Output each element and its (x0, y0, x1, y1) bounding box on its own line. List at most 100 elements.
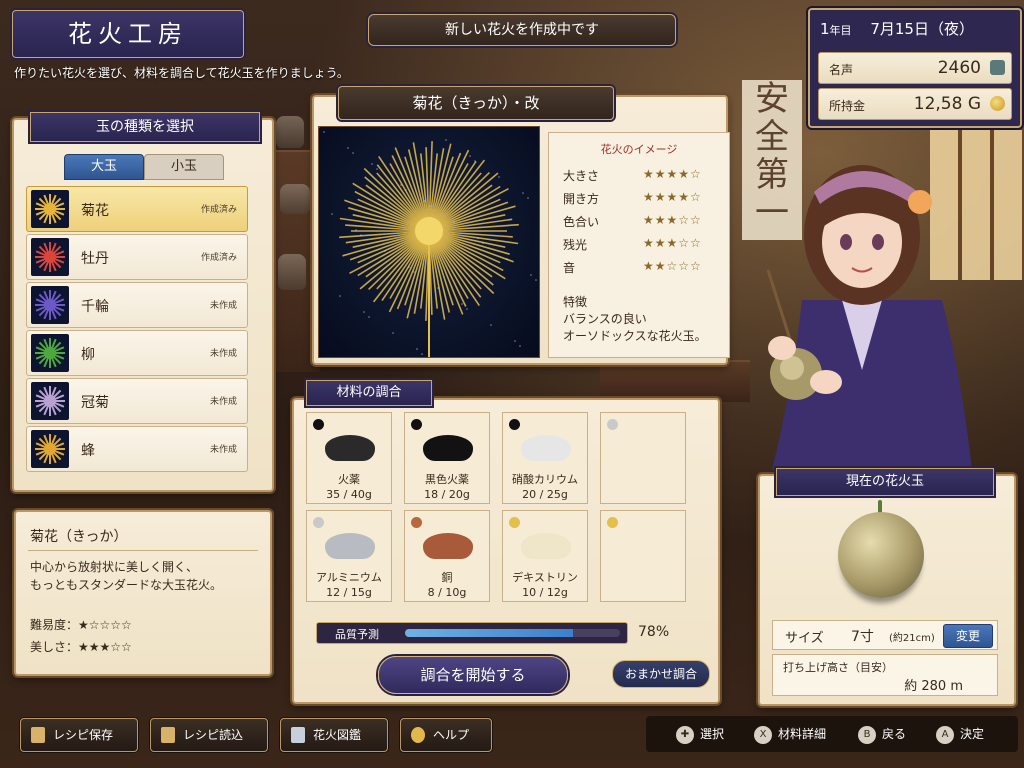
difficulty-rating: 難易度：★☆☆☆☆ (30, 616, 132, 633)
firework-image-box: 花火のイメージ 大きさ ★★★★☆ 開き方 ★★★★☆ 色合い ★★★☆☆ 残光 ★★★☆☆ 音… (548, 132, 730, 358)
type-item-status: 未作成 (209, 301, 237, 311)
type-item-name: 千輪 (81, 299, 109, 315)
material-type-dot-icon (509, 419, 520, 430)
tab-large-shell[interactable]: 大玉 (64, 154, 144, 180)
chrysanthemum-burst-image (319, 127, 537, 357)
material-quantity: 10 / 12g (522, 586, 568, 599)
help-button[interactable]: ヘルプ (400, 718, 492, 752)
fame-row: 名声 2460 (818, 52, 1012, 84)
firework-thumbnail-icon (31, 286, 69, 324)
attribute-stars: ★★★☆☆ (643, 213, 702, 227)
firework-thumbnail-icon (31, 238, 69, 276)
status-panel: 1年目 7月15日（夜） 名声 2460 所持金 12,58 G (808, 8, 1022, 128)
type-item[interactable]: 菊花 作成済み (26, 186, 248, 232)
type-item-status: 作成済み (200, 253, 237, 263)
material-name: 硝酸カリウム (512, 473, 578, 486)
material-pile-icon (423, 533, 473, 559)
start-mix-button[interactable]: 調合を開始する (378, 656, 568, 694)
attribute-label: 音 (563, 261, 576, 275)
save-recipe-button[interactable]: レシピ保存 (20, 718, 138, 752)
size-detail: (約21cm) (889, 633, 935, 644)
material-slot[interactable]: デキストリン 10 / 12g (502, 510, 588, 602)
firework-attribute-row: 開き方 ★★★★☆ (563, 190, 723, 207)
controller-hint-bar: ✚ 選択 X 材料詳細 B 戻る A 決定 (646, 716, 1018, 752)
date-display: 1年目 7月15日（夜） (820, 18, 1010, 39)
material-quantity: 35 / 40g (326, 488, 372, 501)
material-type-dot-icon (607, 517, 618, 528)
change-size-button[interactable]: 変更 (943, 624, 993, 648)
description-panel: 菊花（きっか） 中心から放射状に美しく開く、 もっともスタンダードな大玉花火。 … (14, 510, 272, 676)
launch-height-row: 打ち上げ高さ（目安） 約 280 m (772, 654, 998, 696)
load-recipe-button[interactable]: レシピ読込 (150, 718, 268, 752)
encyclopedia-button[interactable]: 花火図鑑 (280, 718, 388, 752)
type-select-title-text: 玉の種類を選択 (96, 119, 194, 135)
material-slot[interactable]: 硝酸カリウム 20 / 25g (502, 412, 588, 504)
type-item[interactable]: 柳 未作成 (26, 330, 248, 376)
attribute-stars: ★★☆☆☆ (643, 259, 702, 273)
description-divider (28, 550, 258, 551)
quality-forecast-bar: 品質予測 (316, 622, 628, 644)
fame-label: 名声 (829, 63, 854, 77)
firework-image-title: 花火のイメージ (600, 143, 678, 156)
type-item[interactable]: 牡丹 作成済み (26, 234, 248, 280)
background-jar (276, 116, 304, 148)
year-number: 1 (820, 20, 830, 38)
current-shell-title-text: 現在の花火玉 (845, 474, 924, 489)
empty-material-slot[interactable] (600, 412, 686, 504)
empty-material-slot[interactable] (600, 510, 686, 602)
hint-confirm: A 決定 (936, 724, 984, 744)
background-jar (280, 184, 310, 214)
hint-material-detail-label: 材料詳細 (778, 727, 827, 741)
money-row: 所持金 12,58 G (818, 88, 1012, 120)
size-value: 7寸 (851, 629, 874, 645)
material-quantity: 20 / 25g (522, 488, 568, 501)
difficulty-label: 難易度： (30, 618, 79, 632)
book-icon (291, 727, 305, 743)
type-item[interactable]: 千輪 未作成 (26, 282, 248, 328)
material-name: デキストリン (512, 571, 578, 584)
launch-height-label: 打ち上げ高さ（目安） (783, 661, 893, 674)
material-pile-icon (521, 435, 571, 461)
tab-small-shell[interactable]: 小玉 (144, 154, 224, 180)
hint-back-label: 戻る (882, 727, 907, 741)
attribute-stars: ★★★☆☆ (643, 236, 702, 250)
firework-preview (318, 126, 540, 358)
trophy-icon (990, 60, 1005, 75)
date-text: 7月15日（夜） (870, 20, 974, 38)
a-button-icon: A (936, 725, 954, 744)
material-type-dot-icon (411, 419, 422, 430)
material-slot[interactable]: 黒色火薬 18 / 20g (404, 412, 490, 504)
money-label: 所持金 (829, 99, 866, 113)
material-slot[interactable]: 銅 8 / 10g (404, 510, 490, 602)
material-slot[interactable]: 火薬 35 / 40g (306, 412, 392, 504)
status-banner-text: 新しい花火を作成中です (445, 22, 599, 38)
material-quantity: 8 / 10g (427, 586, 467, 599)
current-shell-title: 現在の花火玉 (776, 468, 994, 496)
type-item[interactable]: 冠菊 未作成 (26, 378, 248, 424)
auto-mix-button[interactable]: おまかせ調合 (612, 660, 710, 688)
type-item-name: 牡丹 (81, 251, 109, 267)
hint-back: B 戻る (858, 724, 906, 744)
material-name: アルミニウム (316, 571, 382, 584)
firework-attribute-row: 音 ★★☆☆☆ (563, 259, 723, 276)
beauty-stars: ★★★☆☆ (78, 640, 132, 654)
type-item-name: 冠菊 (81, 395, 109, 411)
material-name: 黒色火薬 (425, 473, 469, 486)
firework-thumbnail-icon (31, 430, 69, 468)
mix-title: 材料の調合 (306, 380, 432, 406)
attribute-label: 残光 (563, 238, 588, 252)
material-type-dot-icon (509, 517, 520, 528)
b-button-icon: B (858, 725, 876, 744)
material-type-dot-icon (313, 419, 324, 430)
craftswoman-character (766, 165, 972, 470)
launch-height-value: 約 280 m (904, 679, 963, 694)
firework-thumbnail-icon (31, 334, 69, 372)
type-item[interactable]: 蜂 未作成 (26, 426, 248, 472)
firework-attribute-row: 大きさ ★★★★☆ (563, 167, 723, 184)
material-slot[interactable]: アルミニウム 12 / 15g (306, 510, 392, 602)
save-icon (31, 727, 45, 743)
type-item-status: 作成済み (200, 205, 237, 215)
material-pile-icon (325, 533, 375, 559)
firework-name: 菊花（きっか）・改 (412, 94, 540, 112)
app-title: 花火工房 (12, 10, 244, 58)
